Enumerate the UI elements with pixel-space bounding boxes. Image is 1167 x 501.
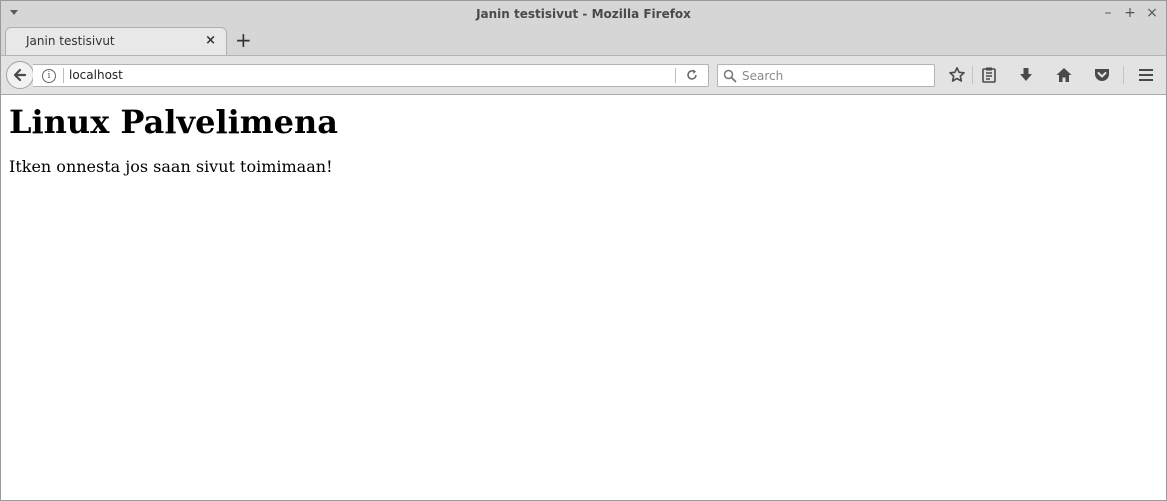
toolbar-separator <box>972 66 973 84</box>
url-bar[interactable]: i localhost <box>33 64 709 87</box>
reload-separator <box>675 68 676 83</box>
info-icon[interactable]: i <box>42 69 56 83</box>
page-content: Linux Palvelimena Itken onnesta jos saan… <box>1 103 1166 176</box>
maximize-icon[interactable]: + <box>1124 5 1136 21</box>
page-paragraph: Itken onnesta jos saan sivut toimimaan! <box>9 157 333 176</box>
window-menu-icon[interactable] <box>10 10 18 15</box>
menu-icon[interactable] <box>1137 66 1155 84</box>
reload-icon[interactable] <box>685 68 699 82</box>
download-icon[interactable] <box>1017 66 1035 84</box>
tab-active[interactable]: Janin testisivut × <box>5 27 227 55</box>
search-bar[interactable]: Search <box>717 64 935 87</box>
tab-label: Janin testisivut <box>26 34 115 48</box>
toolbar-separator <box>1123 66 1124 84</box>
back-icon <box>13 68 27 82</box>
url-separator <box>63 68 64 83</box>
search-icon <box>723 69 737 83</box>
url-text[interactable]: localhost <box>69 68 123 82</box>
reading-list-icon[interactable] <box>980 66 998 84</box>
new-tab-icon[interactable]: + <box>235 29 252 51</box>
back-button[interactable] <box>6 61 34 89</box>
tab-strip: Janin testisivut × + <box>1 27 1166 56</box>
navigation-toolbar: i localhost Search <box>1 56 1166 95</box>
close-icon[interactable]: × <box>1146 5 1158 21</box>
title-bar: Janin testisivut - Mozilla Firefox – + × <box>1 1 1166 27</box>
pocket-icon[interactable] <box>1093 66 1111 84</box>
tab-close-icon[interactable]: × <box>205 33 216 48</box>
browser-window: Janin testisivut - Mozilla Firefox – + ×… <box>0 0 1167 501</box>
search-placeholder: Search <box>742 69 784 83</box>
page-heading: Linux Palvelimena <box>9 103 338 141</box>
window-controls: – + × <box>1102 5 1158 21</box>
minimize-icon[interactable]: – <box>1102 5 1114 21</box>
home-icon[interactable] <box>1055 66 1073 84</box>
bookmark-star-icon[interactable] <box>948 66 966 84</box>
window-title: Janin testisivut - Mozilla Firefox <box>476 7 691 21</box>
